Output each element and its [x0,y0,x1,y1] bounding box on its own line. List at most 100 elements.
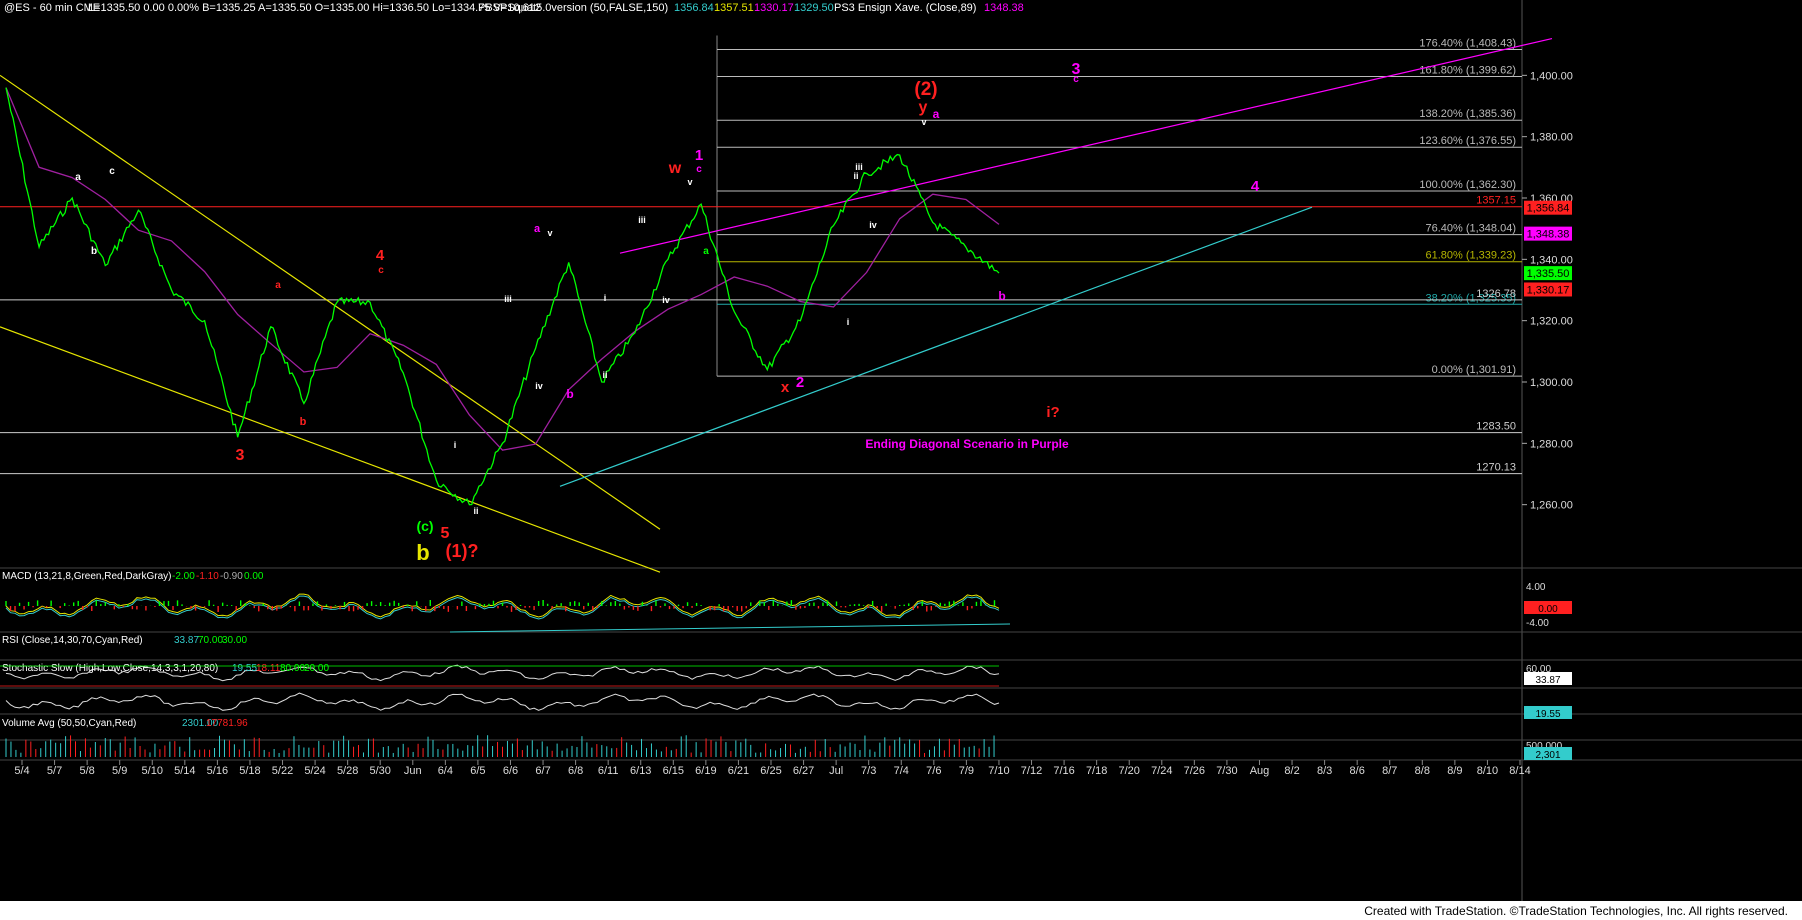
x-tick-label: 5/24 [304,765,325,777]
fib-level-label: 123.60% (1,376.55) [1419,135,1516,147]
wave-label-19: i [604,293,607,303]
wave-label-34: v [921,117,926,127]
ending-diagonal-annotation: Ending Diagonal Scenario in Purple [865,437,1069,451]
wave-label-32: iii [855,162,863,172]
wave-label-18: b [566,387,573,401]
horizontal-level-label: 1357.15 [1476,195,1516,207]
x-tick-label: 5/4 [14,765,29,777]
magenta-trendline [619,37,1553,254]
fib-level-label: 100.00% (1,362.30) [1419,179,1516,191]
pane-reading: 20.00 [304,663,329,674]
wave-label-9: 5 [441,525,450,542]
x-tick-label: 6/11 [598,765,619,777]
x-tick-label: 6/13 [630,765,651,777]
chart-root: 1,260.00 1,280.00 1,300.00 1,320.00 1,340.00… [0,0,1802,920]
x-tick-label: 5/10 [142,765,163,777]
wave-label-14: iii [504,294,512,304]
x-tick-label: 6/8 [568,765,583,777]
fib-level-label: 176.40% (1,408.43) [1419,37,1516,49]
x-tick-label: 7/18 [1086,765,1107,777]
pane-reading: -1.10 [196,571,219,582]
pane-title-0: MACD (13,21,8,Green,Red,DarkGray) [2,571,172,582]
header-indicator-value: 1356.84 [674,2,714,14]
x-tick-label: 6/7 [535,765,550,777]
pane-reading: 33.87 [174,635,199,646]
wave-label-12: i [454,440,457,450]
header-indicator-name: PBSPSquat5.0version (50,FALSE,150) [478,2,668,14]
wave-label-22: iv [662,295,670,305]
footer: Created with TradeStation. ©TradeStation… [0,901,1802,920]
header-indicator-value: 1357.51 [714,2,754,14]
y-tick-label: 1,400.00 [1530,70,1573,82]
price-tag-label: 1,335.50 [1527,268,1570,280]
header-ensign-name: PS3 Ensign Xave. (Close,89) [834,2,976,14]
pane-reading: 0.00 [244,571,264,582]
moving-average-line [5,87,1000,451]
chart-canvas: 1,260.00 1,280.00 1,300.00 1,320.00 1,340.00… [0,0,1802,901]
wave-label-39: c [1073,74,1079,85]
fib-level-label: 0.00% (1,301.91) [1432,364,1516,376]
x-tick-label: 7/30 [1216,765,1237,777]
yellow-channel-upper [0,74,661,530]
horizontal-level-label: 1270.13 [1476,462,1516,474]
x-tick-label: 7/4 [894,765,909,777]
macd-signal-line [5,595,1000,620]
price-tag-label: 1,330.17 [1527,284,1570,296]
x-tick-label: 6/27 [793,765,814,777]
wave-label-21: iii [638,215,646,225]
x-tick-label: 6/15 [663,765,684,777]
pane-title-1: RSI (Close,14,30,70,Cyan,Red) [2,635,143,646]
indicator-line-2 [5,692,1000,711]
yellow-channel-lower [0,326,661,573]
pane-title-2: Stochastic Slow (High,Low,Close,14,3,3,1… [2,663,218,674]
wave-label-37: a [933,107,940,121]
wave-label-5: b [300,416,307,428]
wave-label-27: a [703,246,709,257]
wave-label-41: b [998,289,1005,303]
pane-reading: 80.00 [280,663,305,674]
pane-title-3: Volume Avg (50,50,Cyan,Red) [2,718,136,729]
pane-y-tick: 4.00 [1526,582,1546,593]
wave-label-2: c [109,166,115,177]
y-tick-label: 1,320.00 [1530,316,1573,328]
wave-label-28: x [781,379,790,396]
horizontal-level-label: 1326.78 [1476,288,1516,300]
wave-label-26: c [696,164,702,175]
wave-label-3: 3 [236,447,245,464]
x-tick-label: 6/21 [728,765,749,777]
pane-reading: -2.00 [172,571,195,582]
x-tick-label: 6/25 [760,765,781,777]
x-tick-label: 6/19 [695,765,716,777]
wave-label-6: 4 [376,247,385,264]
wave-label-31: ii [853,171,858,181]
wave-label-16: v [547,228,552,238]
price-tag-label: 1,356.84 [1527,203,1570,215]
wave-label-10: b [416,540,429,565]
pane-reading: 19.55 [232,663,257,674]
header-indicator-value: 1329.50 [794,2,834,14]
pane-reading: 70.00 [198,635,223,646]
wave-label-25: 1 [695,147,703,164]
y-tick-label: 1,300.00 [1530,377,1573,389]
x-tick-label: 5/16 [207,765,228,777]
x-tick-label: Aug [1250,765,1270,777]
pane-current-tag: 2,301 [1535,750,1560,761]
x-tick-label: 7/12 [1021,765,1042,777]
pane-reading: 30.00 [222,635,247,646]
x-tick-label: 5/9 [112,765,127,777]
pane-current-tag: 0.00 [1538,604,1558,615]
x-tick-label: 7/6 [926,765,941,777]
x-tick-label: 5/30 [370,765,391,777]
wave-label-40: 4 [1251,178,1260,195]
x-tick-label: 5/28 [337,765,358,777]
y-tick-label: 1,380.00 [1530,132,1573,144]
wave-label-23: v [687,177,692,187]
x-tick-label: 7/3 [861,765,876,777]
wave-label-8: (c) [416,518,433,534]
x-tick-label: 8/10 [1477,765,1498,777]
pane-reading: 18.11 [256,663,281,674]
horizontal-level-label: 1283.50 [1476,421,1516,433]
wave-label-0: a [75,172,81,183]
wave-label-20: ii [602,370,607,380]
x-tick-label: 8/8 [1415,765,1430,777]
